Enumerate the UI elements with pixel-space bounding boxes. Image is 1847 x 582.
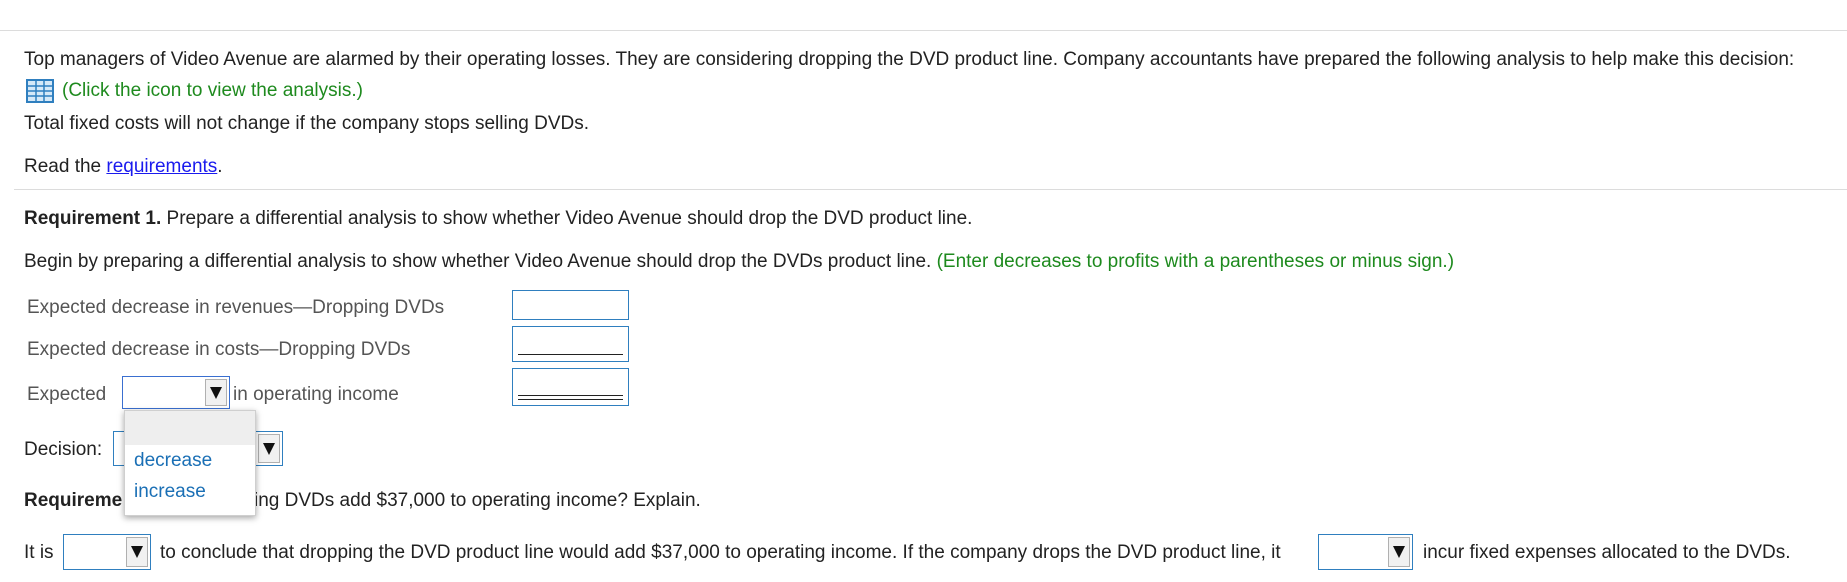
view-analysis-link[interactable]: (Click the icon to view the analysis.) bbox=[62, 80, 363, 102]
row-operating-suffix: in operating income bbox=[233, 384, 399, 405]
conclusion-dropdown-arrow-icon[interactable] bbox=[126, 537, 148, 567]
read-the-text: Read the bbox=[24, 156, 102, 177]
req2-text: ing DVDs add $37,000 to operating income… bbox=[254, 490, 701, 511]
operating-income-dropdown-menu: decrease increase bbox=[124, 410, 256, 516]
costs-decrease-input[interactable] bbox=[512, 326, 629, 362]
conclusion-dropdown[interactable] bbox=[63, 534, 151, 570]
decision-dropdown-arrow-icon[interactable] bbox=[258, 434, 280, 463]
revenues-decrease-input[interactable] bbox=[512, 290, 629, 320]
intro-text: Top managers of Video Avenue are alarmed… bbox=[24, 49, 1795, 70]
req1-instruction-line: Begin by preparing a differential analys… bbox=[24, 251, 1454, 273]
double-underline-bottom bbox=[518, 399, 623, 400]
it-is-text: It is bbox=[24, 542, 54, 563]
dropdown-option-blank[interactable] bbox=[125, 411, 255, 445]
fixed-expenses-dropdown-arrow-icon[interactable] bbox=[1388, 537, 1410, 567]
top-divider bbox=[0, 30, 1847, 31]
decision-label: Decision: bbox=[24, 439, 103, 460]
row-revenues-label: Expected decrease in revenues—Dropping D… bbox=[27, 297, 445, 318]
req2-label: Requireme bbox=[24, 490, 123, 511]
req1-instruction: Begin by preparing a differential analys… bbox=[24, 251, 932, 272]
double-underline-top bbox=[518, 395, 623, 396]
row-operating-prefix: Expected bbox=[27, 384, 107, 405]
dropdown-option-increase[interactable]: increase bbox=[125, 476, 255, 507]
table-grid-icon[interactable] bbox=[26, 79, 54, 103]
section-divider bbox=[14, 189, 1847, 190]
req2-middle-text: to conclude that dropping the DVD produc… bbox=[160, 542, 1281, 563]
req1-hint: (Enter decreases to profits with a paren… bbox=[936, 251, 1455, 272]
single-underline bbox=[518, 354, 623, 355]
dropdown-arrow-icon[interactable] bbox=[205, 379, 227, 406]
read-requirements-line: Read the requirements. bbox=[24, 156, 223, 178]
req1-heading: Requirement 1. Prepare a differential an… bbox=[24, 208, 972, 230]
row-costs-label: Expected decrease in costs—Dropping DVDs bbox=[27, 339, 411, 360]
req1-label: Requirement 1. bbox=[24, 208, 162, 229]
req1-text: Prepare a differential analysis to show … bbox=[166, 208, 973, 229]
operating-income-change-dropdown[interactable] bbox=[122, 376, 230, 409]
dropdown-option-decrease[interactable]: decrease bbox=[125, 445, 255, 476]
req2-end-text: incur fixed expenses allocated to the DV… bbox=[1423, 542, 1791, 563]
requirements-link[interactable]: requirements bbox=[106, 156, 217, 177]
fixed-expenses-dropdown[interactable] bbox=[1318, 534, 1413, 570]
period-text: . bbox=[217, 156, 223, 177]
operating-income-input[interactable] bbox=[512, 368, 629, 406]
fixed-costs-note: Total fixed costs will not change if the… bbox=[24, 113, 589, 134]
